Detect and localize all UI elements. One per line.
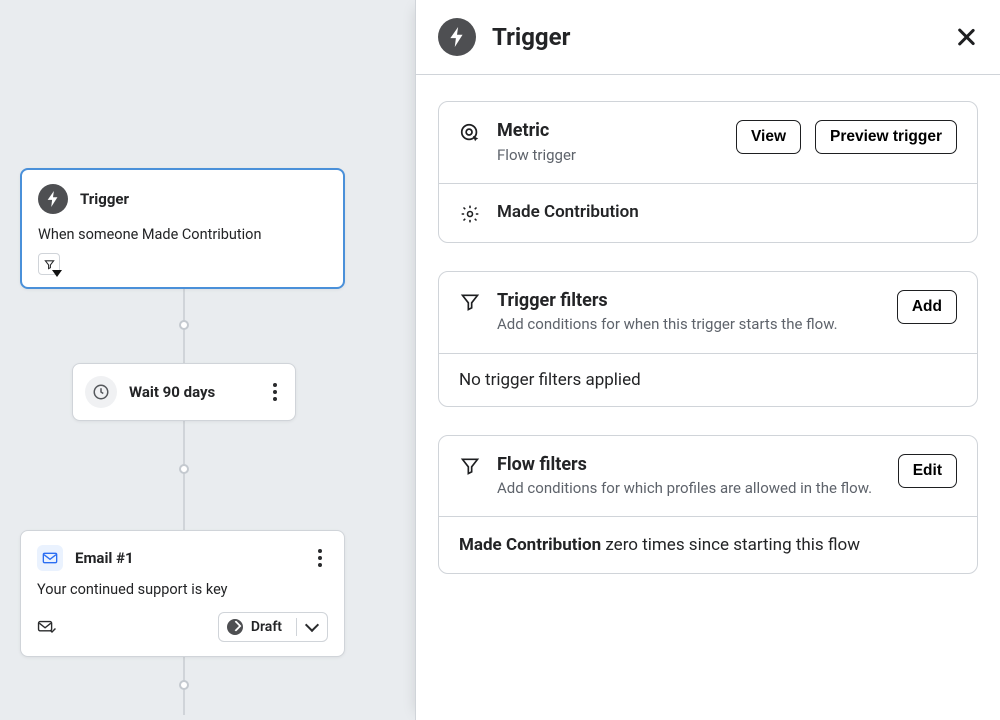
metric-value: Made Contribution — [497, 202, 957, 223]
view-button[interactable]: View — [736, 120, 801, 154]
panel-header: Trigger — [416, 0, 1000, 75]
trigger-filters-description: Add conditions for when this trigger sta… — [497, 314, 881, 334]
gear-icon — [459, 204, 481, 224]
flow-connector-dot — [179, 680, 189, 690]
trigger-node-description: When someone Made Contribution — [38, 226, 327, 243]
edit-flow-filter-button[interactable]: Edit — [898, 454, 957, 488]
envelope-icon — [37, 545, 63, 571]
side-panel: Trigger Metric Flow trigger View Preview… — [415, 0, 1000, 720]
email-node-title: Email #1 — [75, 549, 300, 567]
flow-filters-description: Add conditions for which profiles are al… — [497, 478, 882, 498]
flow-canvas[interactable]: Trigger When someone Made Contribution W… — [0, 0, 415, 720]
lightning-icon — [438, 18, 476, 56]
lightning-icon — [38, 184, 68, 214]
add-trigger-filter-button[interactable]: Add — [897, 290, 957, 324]
filter-icon — [459, 292, 481, 312]
trigger-filters-status: No trigger filters applied — [439, 353, 977, 406]
clock-icon — [85, 376, 117, 408]
wait-node[interactable]: Wait 90 days — [72, 363, 296, 421]
wait-node-label: Wait 90 days — [129, 383, 255, 401]
target-click-icon — [459, 122, 481, 144]
trigger-filters-title: Trigger filters — [497, 290, 881, 313]
email-node[interactable]: Email #1 Your continued support is key D… — [20, 530, 345, 657]
more-actions-button[interactable] — [312, 549, 328, 567]
pencil-circle-icon — [227, 619, 243, 635]
preview-trigger-button[interactable]: Preview trigger — [815, 120, 957, 154]
panel-title: Trigger — [492, 23, 938, 51]
metric-title: Metric — [497, 120, 720, 143]
flow-filters-section: Flow filters Add conditions for which pr… — [438, 435, 978, 575]
metric-subtitle: Flow trigger — [497, 145, 720, 165]
flow-filters-summary: Made Contribution zero times since start… — [439, 516, 977, 573]
flow-filter-summary-rest: zero times since starting this flow — [601, 535, 860, 555]
email-node-subject: Your continued support is key — [37, 581, 328, 598]
trigger-node[interactable]: Trigger When someone Made Contribution — [20, 168, 345, 289]
status-dropdown[interactable]: Draft — [218, 612, 328, 642]
trigger-node-title: Trigger — [80, 190, 129, 208]
flow-connector-dot — [179, 320, 189, 330]
flow-connector-dot — [179, 464, 189, 474]
metric-section: Metric Flow trigger View Preview trigger… — [438, 101, 978, 243]
filter-icon[interactable] — [38, 253, 60, 275]
flow-filter-summary-bold: Made Contribution — [459, 535, 601, 555]
flow-filters-title: Flow filters — [497, 454, 882, 477]
filter-icon — [459, 456, 481, 476]
more-actions-button[interactable] — [267, 383, 283, 401]
close-button[interactable] — [954, 25, 978, 49]
chevron-down-icon — [305, 618, 319, 632]
envelope-check-icon[interactable] — [37, 619, 57, 635]
trigger-filters-section: Trigger filters Add conditions for when … — [438, 271, 978, 407]
status-label: Draft — [251, 619, 282, 635]
